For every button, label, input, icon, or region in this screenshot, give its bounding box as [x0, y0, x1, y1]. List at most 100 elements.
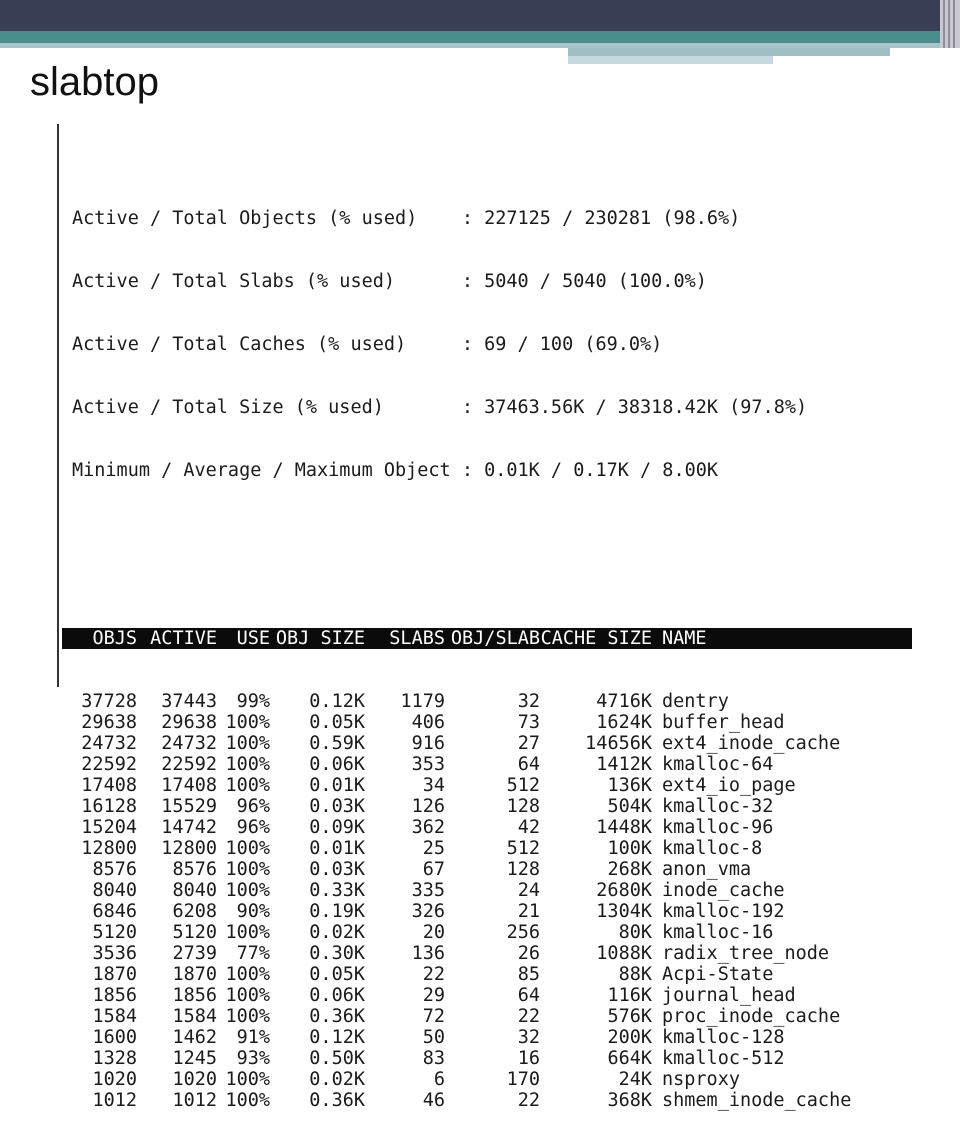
- cell-obj-size: 0.03K: [309, 796, 365, 817]
- header-use: USE: [236, 628, 270, 649]
- terminal-output: Active / Total Objects (% used) : 227125…: [62, 124, 912, 1132]
- header-cache-size: CACHE SIZE: [540, 628, 652, 649]
- table-row: 1020 1020 100% 0.02K 6 170 24K nsproxy: [62, 1069, 912, 1090]
- slide-title: slabtop: [30, 60, 159, 104]
- cell-active: 1856: [172, 985, 217, 1006]
- cell-slabs: 406: [411, 712, 445, 733]
- cell-obj-size: 0.30K: [309, 943, 365, 964]
- cell-use: 99%: [236, 691, 270, 712]
- cell-obj-slab: 64: [517, 754, 540, 775]
- table-row: 5120 5120 100% 0.02K 20 256 80K kmalloc-16: [62, 922, 912, 943]
- cell-active: 14742: [161, 817, 217, 838]
- cell-obj-slab: 21: [517, 901, 540, 922]
- cell-obj-size: 0.12K: [309, 1027, 365, 1048]
- cell-name: buffer_head: [662, 712, 785, 733]
- cell-slabs: 335: [411, 880, 445, 901]
- cell-name: inode_cache: [662, 880, 785, 901]
- cell-obj-slab: 42: [517, 817, 540, 838]
- cell-obj-size: 0.50K: [309, 1048, 365, 1069]
- cell-obj-size: 0.19K: [309, 901, 365, 922]
- cell-active: 24732: [161, 733, 217, 754]
- slabtop-summary: Active / Total Objects (% used) : 227125…: [72, 166, 912, 523]
- cell-obj-slab: 64: [517, 985, 540, 1006]
- cell-use: 100%: [225, 964, 270, 985]
- cell-use: 90%: [236, 901, 270, 922]
- cell-cache-size: 576K: [607, 1006, 652, 1027]
- cell-cache-size: 368K: [607, 1090, 652, 1111]
- cell-slabs: 136: [411, 943, 445, 964]
- cell-obj-slab: 32: [517, 691, 540, 712]
- cell-obj-slab: 32: [517, 1027, 540, 1048]
- cell-cache-size: 1088K: [596, 943, 652, 964]
- cell-slabs: 326: [411, 901, 445, 922]
- terminal-left-border: [57, 124, 59, 687]
- cell-slabs: 25: [422, 838, 445, 859]
- cell-objs: 24732: [81, 733, 137, 754]
- cell-objs: 37728: [81, 691, 137, 712]
- table-row: 29638 29638 100% 0.05K 406 73 1624K buffer_head: [62, 712, 912, 733]
- cell-cache-size: 24K: [618, 1069, 652, 1090]
- cell-obj-slab: 22: [517, 1006, 540, 1027]
- cell-objs: 1600: [92, 1027, 137, 1048]
- cell-use: 96%: [236, 796, 270, 817]
- table-header: OBJS ACTIVE USE OBJ SIZE SLABS OBJ/SLABCACHE …: [62, 628, 912, 649]
- cell-active: 1870: [172, 964, 217, 985]
- ornament-bar: [953, 0, 955, 48]
- cell-use: 96%: [236, 817, 270, 838]
- cell-obj-slab: 512: [506, 838, 540, 859]
- cell-obj-slab: 128: [506, 796, 540, 817]
- cell-use: 77%: [236, 943, 270, 964]
- cell-name: nsproxy: [662, 1069, 740, 1090]
- table-row: 3536 2739 77% 0.30K 136 26 1088K radix_tree_nod…: [62, 943, 912, 964]
- cell-objs: 16128: [81, 796, 137, 817]
- table-row: 17408 17408 100% 0.01K 34 512 136K ext4_io_page: [62, 775, 912, 796]
- cell-active: 1584: [172, 1006, 217, 1027]
- cell-objs: 1870: [92, 964, 137, 985]
- slide-corner-ornament: [940, 0, 960, 48]
- cell-obj-slab: 170: [506, 1069, 540, 1090]
- cell-active: 17408: [161, 775, 217, 796]
- cell-obj-slab: 128: [506, 859, 540, 880]
- cell-use: 93%: [236, 1048, 270, 1069]
- cell-name: kmalloc-128: [662, 1027, 785, 1048]
- summary-slabs: Active / Total Slabs (% used) : 5040 / 5…: [72, 271, 707, 292]
- cell-name: ext4_io_page: [662, 775, 796, 796]
- cell-objs: 1584: [92, 1006, 137, 1027]
- header-slabs: SLABS: [389, 628, 445, 649]
- cell-use: 100%: [225, 754, 270, 775]
- cell-obj-slab: 73: [517, 712, 540, 733]
- table-row: 15204 14742 96% 0.09K 362 42 1448K kmalloc-96: [62, 817, 912, 838]
- cell-obj-size: 0.05K: [309, 964, 365, 985]
- cell-slabs: 83: [422, 1048, 445, 1069]
- cell-name: dentry: [662, 691, 729, 712]
- cell-objs: 1012: [92, 1090, 137, 1111]
- cell-name: kmalloc-16: [662, 922, 774, 943]
- cell-use: 100%: [225, 985, 270, 1006]
- cell-use: 100%: [225, 1069, 270, 1090]
- cell-obj-size: 0.36K: [309, 1090, 365, 1111]
- cell-obj-size: 0.06K: [309, 754, 365, 775]
- cell-cache-size: 136K: [607, 775, 652, 796]
- cell-objs: 1020: [92, 1069, 137, 1090]
- summary-size: Active / Total Size (% used) : 37463.56K…: [72, 397, 808, 418]
- cell-slabs: 46: [422, 1090, 445, 1111]
- table-row: 22592 22592 100% 0.06K 353 64 1412K kmalloc-64: [62, 754, 912, 775]
- title-accent-strip-light: [568, 56, 773, 64]
- cell-objs: 15204: [81, 817, 137, 838]
- cell-cache-size: 200K: [607, 1027, 652, 1048]
- cell-cache-size: 1412K: [596, 754, 652, 775]
- cell-cache-size: 14656K: [585, 733, 652, 754]
- summary-objects: Active / Total Objects (% used) : 227125…: [72, 208, 741, 229]
- cell-active: 1245: [172, 1048, 217, 1069]
- cell-cache-size: 80K: [618, 922, 652, 943]
- cell-cache-size: 504K: [607, 796, 652, 817]
- cell-objs: 8040: [92, 880, 137, 901]
- cell-cache-size: 1448K: [596, 817, 652, 838]
- cell-name: anon_vma: [662, 859, 752, 880]
- cell-obj-slab: 27: [517, 733, 540, 754]
- cell-use: 100%: [225, 712, 270, 733]
- cell-use: 100%: [225, 733, 270, 754]
- cell-use: 100%: [225, 775, 270, 796]
- cell-name: Acpi-State: [662, 964, 774, 985]
